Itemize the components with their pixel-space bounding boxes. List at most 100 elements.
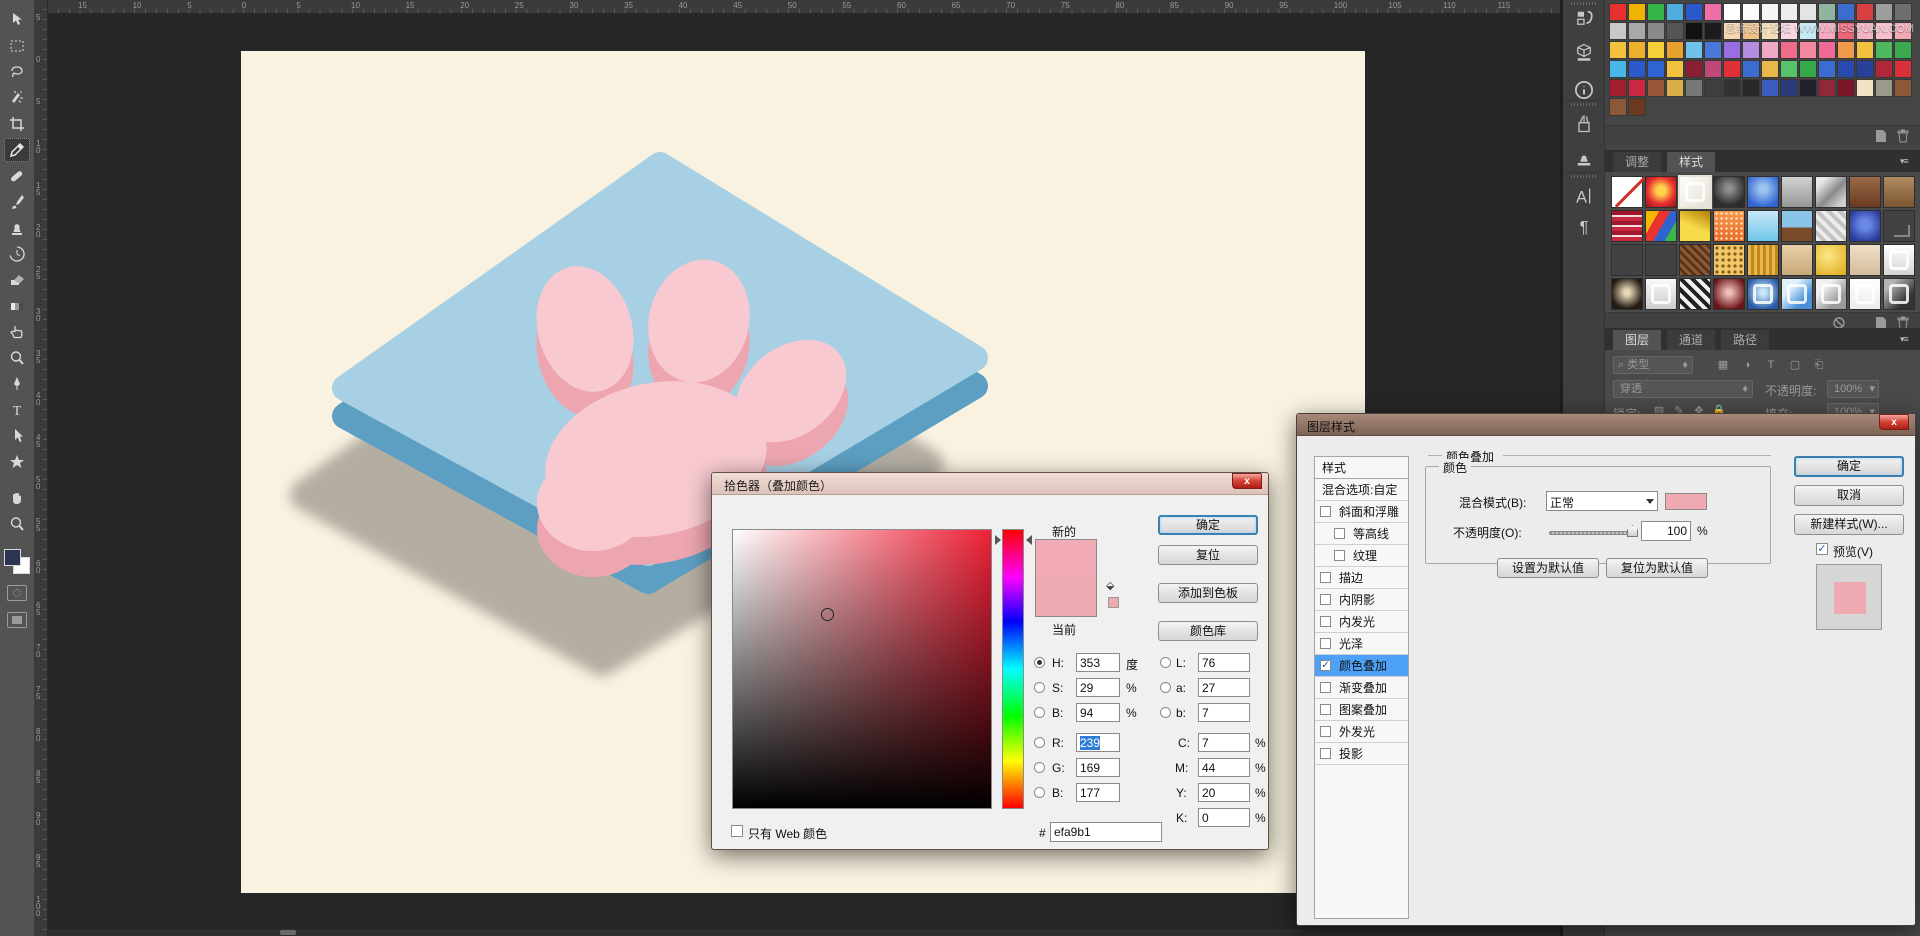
swatch[interactable] xyxy=(1685,41,1703,59)
style-preset[interactable] xyxy=(1645,210,1677,242)
color-field-marker[interactable] xyxy=(821,608,834,621)
swatch[interactable] xyxy=(1704,3,1722,21)
swatch[interactable] xyxy=(1628,98,1646,116)
r-field[interactable]: 239 xyxy=(1076,733,1120,752)
swatch[interactable] xyxy=(1685,22,1703,40)
swatch[interactable] xyxy=(1628,3,1646,21)
swatch[interactable] xyxy=(1799,3,1817,21)
horizontal-scrollbar[interactable] xyxy=(48,929,1560,936)
swatch[interactable] xyxy=(1609,98,1627,116)
swatch[interactable] xyxy=(1666,60,1684,78)
swatch[interactable] xyxy=(1628,79,1646,97)
b2-radio[interactable] xyxy=(1034,787,1045,798)
g-radio[interactable] xyxy=(1034,762,1045,773)
k-field[interactable]: 0 xyxy=(1198,808,1250,827)
style-preset[interactable] xyxy=(1815,210,1847,242)
layer-style-item-图案叠加[interactable]: 图案叠加 xyxy=(1315,699,1408,721)
ok-button[interactable]: 确定 xyxy=(1794,456,1904,477)
b2-field[interactable]: 177 xyxy=(1076,783,1120,802)
m-field[interactable]: 44 xyxy=(1198,758,1250,777)
swatch[interactable] xyxy=(1799,79,1817,97)
style-preset[interactable] xyxy=(1747,176,1779,208)
swatch[interactable] xyxy=(1609,60,1627,78)
g-field[interactable]: 169 xyxy=(1076,758,1120,777)
paragraph-panel-icon[interactable]: ¶ xyxy=(1572,214,1596,238)
swatch[interactable] xyxy=(1723,3,1741,21)
3d-panel-icon[interactable] xyxy=(1572,40,1596,64)
swatch[interactable] xyxy=(1628,41,1646,59)
gamut-warning-swatch[interactable] xyxy=(1108,597,1119,608)
layer-style-item-投影[interactable]: 投影 xyxy=(1315,743,1408,765)
c-field[interactable]: 7 xyxy=(1198,733,1250,752)
swatch[interactable] xyxy=(1704,22,1722,40)
swatch[interactable] xyxy=(1799,60,1817,78)
filter-smart-objects-icon[interactable]: ⎗ xyxy=(1811,358,1827,372)
gradient-tool[interactable] xyxy=(4,294,30,318)
style-preset[interactable] xyxy=(1679,176,1711,208)
new-style-button[interactable]: 新建样式(W)... xyxy=(1794,514,1904,535)
swatch[interactable] xyxy=(1704,79,1722,97)
swatch[interactable] xyxy=(1875,60,1893,78)
style-preset[interactable] xyxy=(1849,210,1881,242)
hue-slider[interactable] xyxy=(1002,529,1024,809)
style-preset[interactable] xyxy=(1747,210,1779,242)
close-icon[interactable]: x xyxy=(1879,414,1909,430)
hex-field[interactable]: efa9b1 xyxy=(1050,822,1162,842)
swatch[interactable] xyxy=(1780,79,1798,97)
swatch[interactable] xyxy=(1742,3,1760,21)
layer-style-item-渐变叠加[interactable]: 渐变叠加 xyxy=(1315,677,1408,699)
clone-source-panel-icon[interactable] xyxy=(1572,146,1596,170)
swatch[interactable] xyxy=(1856,79,1874,97)
pen-tool[interactable] xyxy=(4,372,30,396)
brush-tool[interactable] xyxy=(4,190,30,214)
opacity-slider[interactable] xyxy=(1549,531,1635,535)
cancel-button[interactable]: 取消 xyxy=(1794,485,1904,506)
panel-menu-icon[interactable]: ▾≡ xyxy=(1900,156,1916,166)
style-preset[interactable] xyxy=(1781,278,1813,310)
swatch[interactable] xyxy=(1761,41,1779,59)
swatch[interactable] xyxy=(1894,79,1912,97)
swatch[interactable] xyxy=(1837,3,1855,21)
tab-adjustments[interactable]: 调整 xyxy=(1613,152,1661,172)
swatch[interactable] xyxy=(1780,41,1798,59)
swatch[interactable] xyxy=(1628,60,1646,78)
style-checkbox[interactable] xyxy=(1320,594,1331,605)
layer-style-item-光泽[interactable]: 光泽 xyxy=(1315,633,1408,655)
filter-pixel-layers-icon[interactable]: ▦ xyxy=(1715,358,1731,372)
tab-channels[interactable]: 通道 xyxy=(1667,330,1715,350)
style-preset[interactable] xyxy=(1713,244,1745,276)
swatch[interactable] xyxy=(1875,3,1893,21)
style-preset[interactable] xyxy=(1781,210,1813,242)
swatch[interactable] xyxy=(1875,41,1893,59)
lab-b-field[interactable]: 7 xyxy=(1198,703,1250,722)
swatch[interactable] xyxy=(1894,41,1912,59)
lab-b-radio[interactable] xyxy=(1160,707,1171,718)
b-radio[interactable] xyxy=(1034,707,1045,718)
color-field[interactable] xyxy=(732,529,992,809)
swatch[interactable] xyxy=(1704,41,1722,59)
style-checkbox[interactable] xyxy=(1320,726,1331,737)
style-preset[interactable] xyxy=(1679,278,1711,310)
info-panel-icon[interactable] xyxy=(1572,78,1596,102)
style-preset[interactable] xyxy=(1883,176,1915,208)
swatch[interactable] xyxy=(1780,3,1798,21)
swatch[interactable] xyxy=(1647,60,1665,78)
style-preset[interactable] xyxy=(1713,278,1745,310)
swatch[interactable] xyxy=(1856,3,1874,21)
swatch[interactable] xyxy=(1609,41,1627,59)
r-radio[interactable] xyxy=(1034,737,1045,748)
swatch[interactable] xyxy=(1856,60,1874,78)
move-tool[interactable] xyxy=(4,8,30,32)
hue-arrow-right[interactable] xyxy=(1026,535,1032,545)
style-preset[interactable] xyxy=(1645,244,1677,276)
style-checkbox[interactable] xyxy=(1334,550,1345,561)
style-preset[interactable] xyxy=(1781,176,1813,208)
trash-icon[interactable] xyxy=(1895,129,1911,143)
swatch[interactable] xyxy=(1666,79,1684,97)
a-field[interactable]: 27 xyxy=(1198,678,1250,697)
swatch[interactable] xyxy=(1856,41,1874,59)
style-preset[interactable] xyxy=(1815,244,1847,276)
zoom-tool[interactable] xyxy=(4,512,30,536)
swatch[interactable] xyxy=(1628,22,1646,40)
eraser-tool[interactable] xyxy=(4,268,30,292)
